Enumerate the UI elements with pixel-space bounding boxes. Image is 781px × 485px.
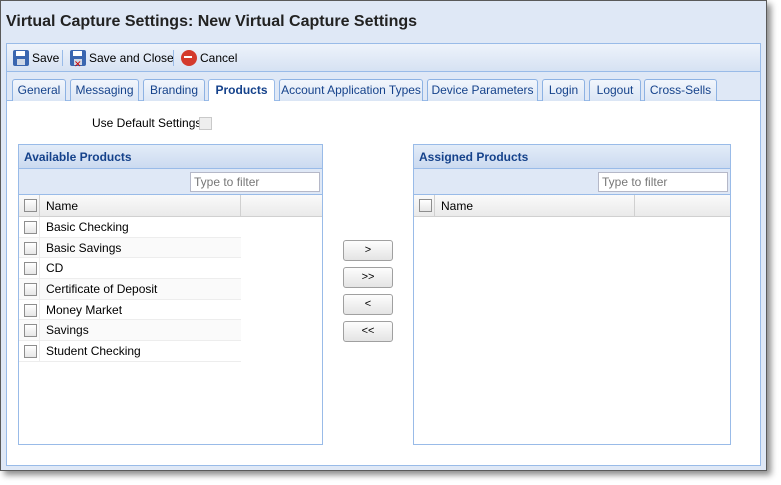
save-and-close-label: Save and Close <box>89 51 174 65</box>
product-name: Basic Savings <box>46 240 122 255</box>
list-item[interactable]: Certificate of Deposit <box>19 279 241 300</box>
assigned-column-header: Name <box>414 195 730 217</box>
toolbar: Save Save and Close Cancel <box>7 44 760 72</box>
available-products-title: Available Products <box>19 145 322 169</box>
list-item[interactable]: Savings <box>19 320 241 342</box>
tab-logout[interactable]: Logout <box>589 79 641 101</box>
tab-device-parameters[interactable]: Device Parameters <box>427 79 538 101</box>
list-item[interactable]: CD <box>19 258 241 280</box>
assigned-products-grid: Assigned Products Name <box>413 144 731 445</box>
list-item[interactable]: Basic Savings <box>19 237 241 259</box>
save-and-close-button[interactable]: Save and Close <box>70 49 174 67</box>
products-tab-content: Use Default Settings: Available Products… <box>7 101 760 465</box>
column-divider <box>39 341 40 361</box>
toolbar-separator <box>173 50 174 66</box>
column-divider <box>240 195 241 217</box>
column-divider <box>39 279 40 299</box>
column-divider <box>39 299 40 320</box>
list-item[interactable]: Money Market <box>19 299 241 321</box>
settings-panel: Save Save and Close Cancel General Messa… <box>6 43 761 466</box>
available-product-list: Basic Checking Basic Savings CD Certific… <box>19 217 322 362</box>
available-filter-input[interactable] <box>190 172 320 192</box>
save-icon <box>13 50 29 66</box>
add-all-button[interactable]: >> <box>343 267 393 288</box>
column-divider <box>39 217 40 237</box>
assigned-products-title: Assigned Products <box>414 145 730 169</box>
column-divider <box>39 320 40 341</box>
list-item[interactable]: Basic Checking <box>19 217 241 238</box>
product-name: CD <box>46 261 64 276</box>
tab-account-application-types[interactable]: Account Application Types <box>279 79 423 101</box>
save-button[interactable]: Save <box>13 49 59 67</box>
row-checkbox[interactable] <box>24 283 37 297</box>
available-select-all-checkbox[interactable] <box>24 199 37 212</box>
tab-cross-sells[interactable]: Cross-Sells <box>644 79 717 101</box>
product-name: Basic Checking <box>46 220 129 234</box>
assigned-filter-bar <box>414 169 730 195</box>
row-checkbox[interactable] <box>24 241 37 255</box>
settings-window: Virtual Capture Settings: New Virtual Ca… <box>0 0 767 471</box>
tab-login[interactable]: Login <box>542 79 585 101</box>
product-name: Money Market <box>46 302 123 317</box>
cancel-icon <box>181 50 197 66</box>
remove-selected-button[interactable]: < <box>343 294 393 315</box>
row-checkbox[interactable] <box>24 345 37 359</box>
column-divider <box>634 195 635 217</box>
tab-general[interactable]: General <box>12 79 66 101</box>
product-name: Savings <box>46 323 89 338</box>
available-products-grid: Available Products Name Basic Checking <box>18 144 323 445</box>
assigned-name-column[interactable]: Name <box>441 199 473 213</box>
use-default-settings-checkbox[interactable] <box>199 117 212 130</box>
row-checkbox[interactable] <box>24 324 37 338</box>
save-button-label: Save <box>32 51 60 65</box>
row-checkbox[interactable] <box>24 221 37 234</box>
available-name-column[interactable]: Name <box>46 199 78 213</box>
toolbar-separator <box>62 50 63 66</box>
window-title: Virtual Capture Settings: New Virtual Ca… <box>6 13 418 30</box>
available-filter-bar <box>19 169 322 195</box>
use-default-settings-label: Use Default Settings: <box>92 116 205 130</box>
cancel-button-label: Cancel <box>200 51 238 65</box>
assigned-select-all-checkbox[interactable] <box>419 199 432 212</box>
row-checkbox[interactable] <box>24 262 37 276</box>
tab-products[interactable]: Products <box>208 79 275 102</box>
column-divider <box>39 195 40 217</box>
column-divider <box>434 195 435 217</box>
cancel-button[interactable]: Cancel <box>181 49 237 67</box>
row-checkbox[interactable] <box>24 303 37 317</box>
tab-messaging[interactable]: Messaging <box>70 79 139 101</box>
column-divider <box>39 237 40 258</box>
remove-all-button[interactable]: << <box>343 321 393 342</box>
list-item[interactable]: Student Checking <box>19 341 241 362</box>
available-column-header: Name <box>19 195 322 217</box>
product-name: Student Checking <box>46 344 141 359</box>
tab-strip: General Messaging Branding Products Acco… <box>7 72 760 102</box>
product-name: Certificate of Deposit <box>46 282 158 297</box>
column-divider <box>39 258 40 279</box>
add-selected-button[interactable]: > <box>343 240 393 261</box>
assigned-filter-input[interactable] <box>598 172 728 192</box>
save-and-close-icon <box>70 50 86 66</box>
tab-branding[interactable]: Branding <box>143 79 205 101</box>
